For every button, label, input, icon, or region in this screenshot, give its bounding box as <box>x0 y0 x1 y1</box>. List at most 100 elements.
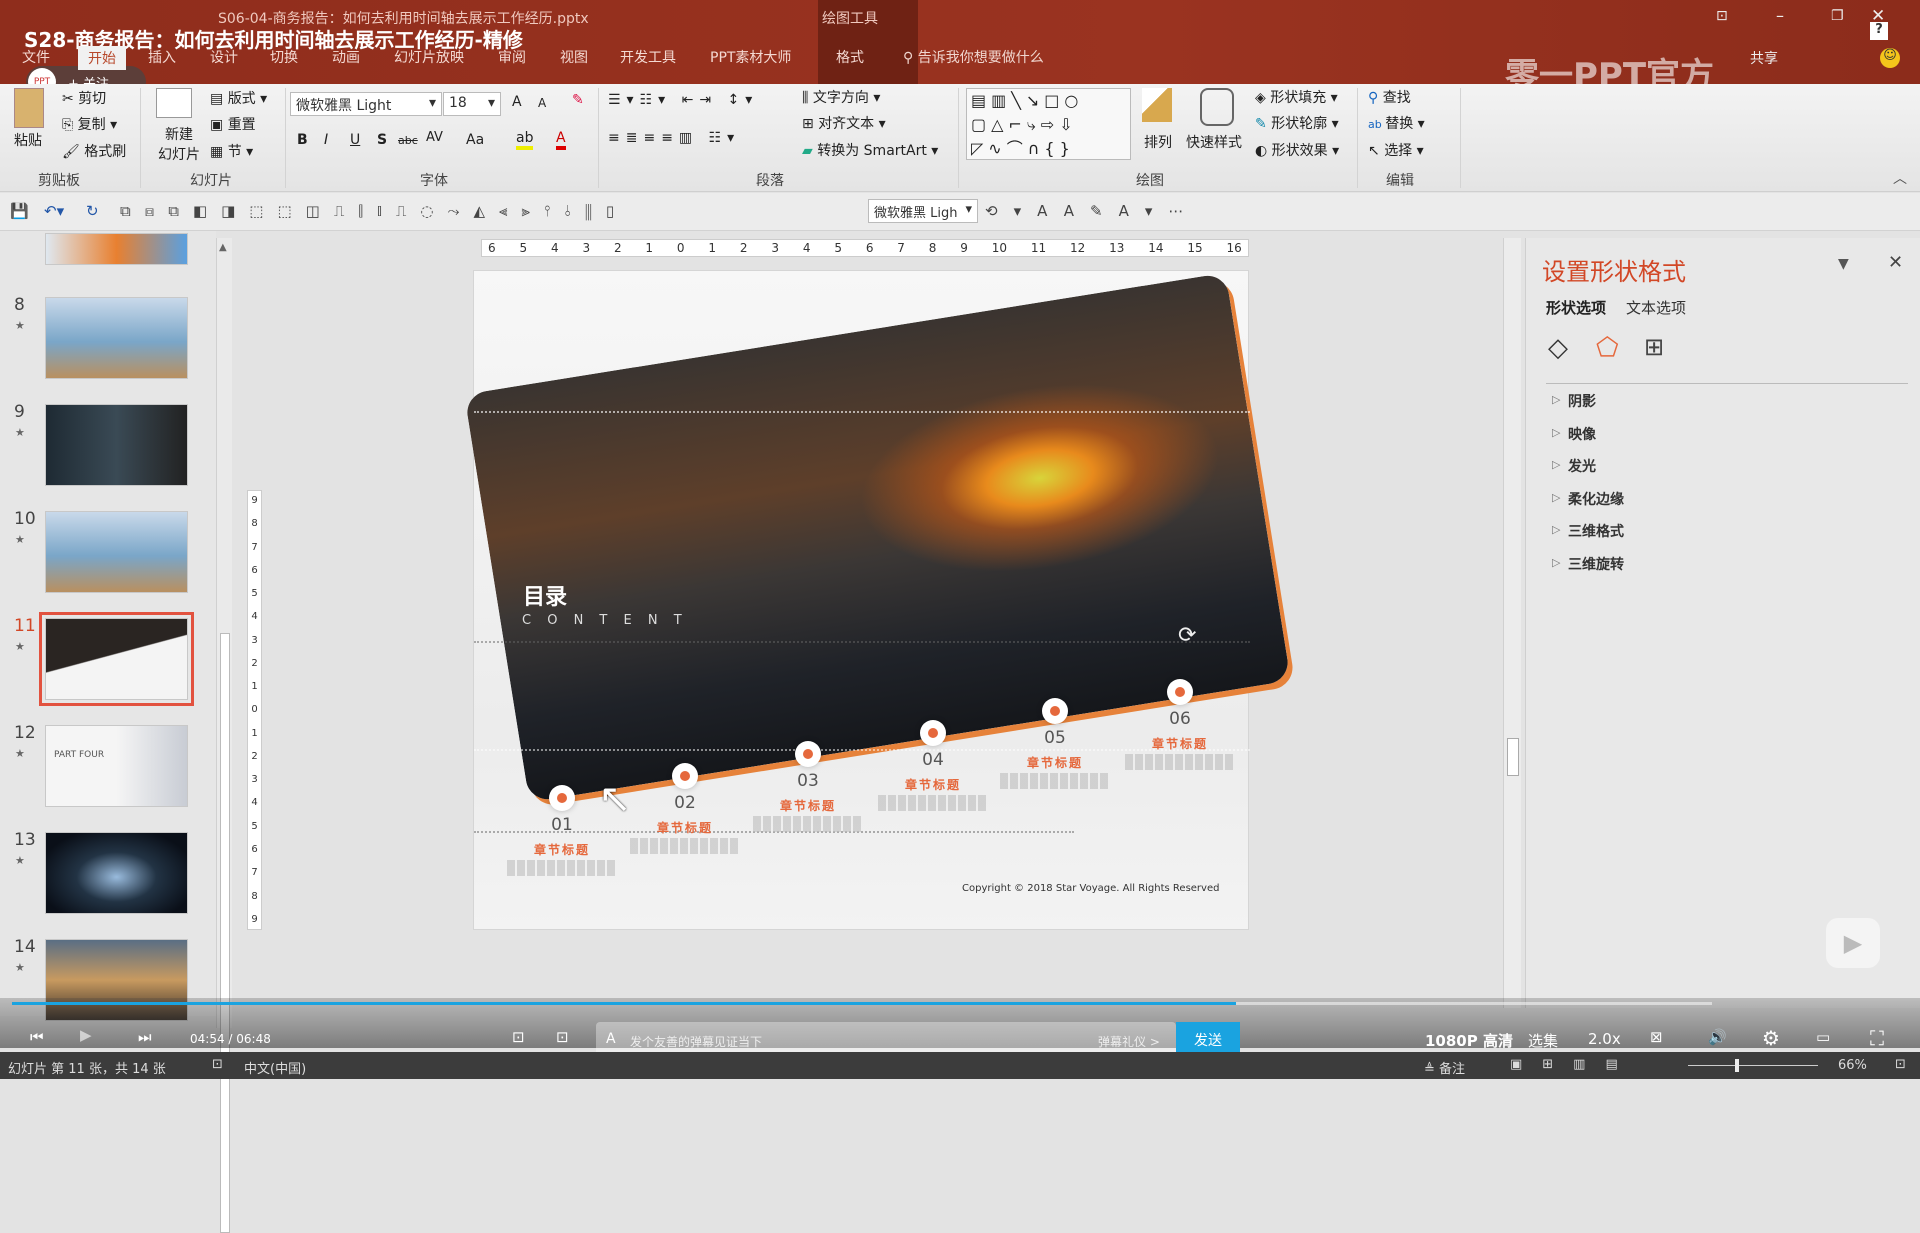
danmaku-toggle-icon[interactable]: ⊡ <box>512 1028 525 1046</box>
italic-button[interactable]: I <box>324 132 328 148</box>
help-icon[interactable]: ? <box>1870 22 1888 40</box>
select-button[interactable]: ↖ 选择 ▾ <box>1368 140 1424 160</box>
slide-thumbnail-9[interactable] <box>45 404 188 486</box>
cut-button[interactable]: ✂ 剪切 <box>62 88 106 108</box>
smiley-feedback-icon[interactable]: ☺ <box>1880 48 1900 68</box>
find-button[interactable]: ⚲ 查找 <box>1368 87 1411 107</box>
tab-text-options[interactable]: 文本选项 <box>1626 297 1686 318</box>
timeline-chapter-title[interactable]: 章节标题 <box>883 776 983 793</box>
tv-play-icon[interactable]: ▶ <box>1826 918 1880 968</box>
widescreen-icon[interactable]: ▭ <box>1816 1028 1830 1046</box>
timeline-chapter-title[interactable]: 章节标题 <box>512 841 612 858</box>
timeline-number[interactable]: 01 <box>522 815 602 835</box>
share-button[interactable]: 共享 <box>1750 48 1778 68</box>
scrollbar-thumb[interactable] <box>1507 738 1519 776</box>
speed-button[interactable]: 2.0x <box>1588 1030 1621 1048</box>
tab-shape-options[interactable]: 形状选项 <box>1546 297 1606 318</box>
view-buttons[interactable]: ▣⊞▥▤ <box>1510 1057 1638 1072</box>
collapse-ribbon-icon[interactable]: ︿ <box>1893 168 1907 188</box>
size-properties-icon[interactable]: ⊞ <box>1644 333 1664 361</box>
timeline-number[interactable]: 03 <box>768 771 848 791</box>
font-color-button[interactable]: A <box>556 130 566 150</box>
timeline-chapter-title[interactable]: 章节标题 <box>1130 735 1230 752</box>
save-icon[interactable]: 💾 <box>10 202 29 220</box>
notes-button[interactable]: ≜ 备注 <box>1424 1058 1465 1077</box>
effect-section-3[interactable]: 柔化边缘 <box>1568 489 1624 509</box>
shape-outline-button[interactable]: ✎ 形状轮廓 ▾ <box>1255 113 1339 133</box>
fullscreen-icon[interactable]: ⛶ <box>1870 1026 1884 1050</box>
align-text-button[interactable]: ⊞ 对齐文本 ▾ <box>802 113 886 133</box>
zoom-level[interactable]: 66% <box>1838 1058 1867 1073</box>
expand-arrow-icon[interactable]: ▷ <box>1552 491 1560 504</box>
slide-subtitle[interactable]: C O N T E N T <box>522 613 688 628</box>
pane-options-dropdown-icon[interactable]: ▼ <box>1838 256 1849 272</box>
progress-track[interactable] <box>12 1002 1712 1005</box>
slide-thumbnail-7[interactable] <box>45 233 188 265</box>
expand-arrow-icon[interactable]: ▷ <box>1552 426 1560 439</box>
redo-icon[interactable]: ↻ <box>86 202 99 220</box>
section-button[interactable]: ▦ 节 ▾ <box>210 141 253 161</box>
character-spacing-button[interactable]: AV <box>426 130 443 145</box>
slide-title[interactable]: 目录 <box>523 579 567 611</box>
timeline-number[interactable]: 05 <box>1015 728 1095 748</box>
timeline-description[interactable] <box>753 816 863 832</box>
language-indicator[interactable]: 中文(中国) <box>244 1058 306 1077</box>
qat-font-select[interactable]: 微软雅黑 Ligh ▾ <box>868 199 978 223</box>
tab-6[interactable]: 幻灯片放映 <box>394 47 464 67</box>
slide-thumbnail-12[interactable]: PART FOUR <box>45 725 188 807</box>
underline-button[interactable]: U <box>350 132 360 148</box>
copyright-text[interactable]: Copyright © 2018 Star Voyage. All Rights… <box>962 883 1219 894</box>
timeline-chapter-title[interactable]: 章节标题 <box>758 797 858 814</box>
toolbar-shape-icons[interactable]: ⧉⧈⧉◧◨⬚⬚◫⎍⫿⫾⎍◌⤳◭⫷⫸⫯⫰⫼▯ <box>120 202 628 220</box>
slide-thumbnail-13[interactable] <box>45 832 188 914</box>
paste-button[interactable]: 粘贴 <box>14 130 42 150</box>
restore-button[interactable]: ❐ <box>1831 8 1844 24</box>
undo-icon[interactable]: ↶▾ <box>44 202 64 220</box>
danmaku-etiquette-link[interactable]: 弹幕礼仪 > <box>1098 1033 1160 1050</box>
episodes-button[interactable]: 选集 <box>1528 1030 1558 1051</box>
fill-line-icon[interactable]: ◇ <box>1548 333 1568 363</box>
shapes-gallery[interactable]: ▤▥╲↘□○ ▢△⌐⤷⇨⇩ ◸∿⌒∩{} <box>966 88 1131 160</box>
effect-section-0[interactable]: 阴影 <box>1568 391 1596 411</box>
arrange-button[interactable]: 排列 <box>1144 132 1172 152</box>
alignment-icons[interactable]: ≡≣≡≡▥ ☷▾ <box>608 130 740 146</box>
timeline-description[interactable] <box>630 838 740 854</box>
fit-slide-icon[interactable]: ⊡ <box>1895 1057 1906 1072</box>
tab-2[interactable]: 插入 <box>148 47 176 67</box>
slide-thumbnail-8[interactable] <box>45 297 188 379</box>
tab-10[interactable]: PPT素材大师 <box>710 47 791 67</box>
rotate-handle-icon[interactable]: ⟳ <box>1178 623 1196 648</box>
timeline-description[interactable] <box>1000 773 1110 789</box>
volume-icon[interactable]: 🔊 <box>1708 1028 1727 1046</box>
expand-arrow-icon[interactable]: ▷ <box>1552 556 1560 569</box>
zoom-slider[interactable] <box>1688 1059 1818 1072</box>
timeline-dot[interactable] <box>795 741 821 767</box>
timeline-description[interactable] <box>1125 754 1235 770</box>
previous-icon[interactable]: ⏮ <box>30 1028 44 1046</box>
strikethrough-button[interactable]: abc <box>398 134 418 147</box>
font-name-select[interactable]: 微软雅黑 Light ▾ <box>290 92 442 116</box>
copy-button[interactable]: ⎘ 复制 ▾ <box>62 114 117 134</box>
tab-7[interactable]: 审阅 <box>498 47 526 67</box>
effects-icon[interactable]: ⬠ <box>1596 333 1619 363</box>
format-painter-button[interactable]: 🖌 格式刷 <box>62 141 126 161</box>
change-case-button[interactable]: Aa <box>466 132 484 148</box>
timeline-number[interactable]: 06 <box>1140 709 1220 729</box>
replace-button[interactable]: ab 替换 ▾ <box>1368 113 1425 133</box>
highlight-icon[interactable]: ab <box>516 130 534 150</box>
timeline-chapter-title[interactable]: 章节标题 <box>1005 754 1105 771</box>
bullets-numbering-icons[interactable]: ☰▾☷▾ ⇤⇥ ↕▾ <box>608 92 758 108</box>
bold-button[interactable]: B <box>297 132 308 148</box>
timeline-number[interactable]: 04 <box>893 750 973 770</box>
timeline-description[interactable] <box>507 860 617 876</box>
timeline-description[interactable] <box>878 795 988 811</box>
expand-arrow-icon[interactable]: ▷ <box>1552 458 1560 471</box>
timeline-dot[interactable] <box>1167 679 1193 705</box>
tell-me-search[interactable]: ⚲ 告诉我你想要做什么 <box>903 47 1044 67</box>
minimize-button[interactable]: – <box>1776 6 1784 25</box>
scroll-up-icon[interactable]: ▲ <box>219 242 227 253</box>
slide-canvas[interactable]: 目录 C O N T E N T 01 章节标题 02 章节标题 03 章节标题 04 章节标… <box>464 270 1291 930</box>
effect-section-5[interactable]: 三维旋转 <box>1568 554 1624 574</box>
grow-font-button[interactable]: A <box>512 94 522 110</box>
expand-arrow-icon[interactable]: ▷ <box>1552 523 1560 536</box>
